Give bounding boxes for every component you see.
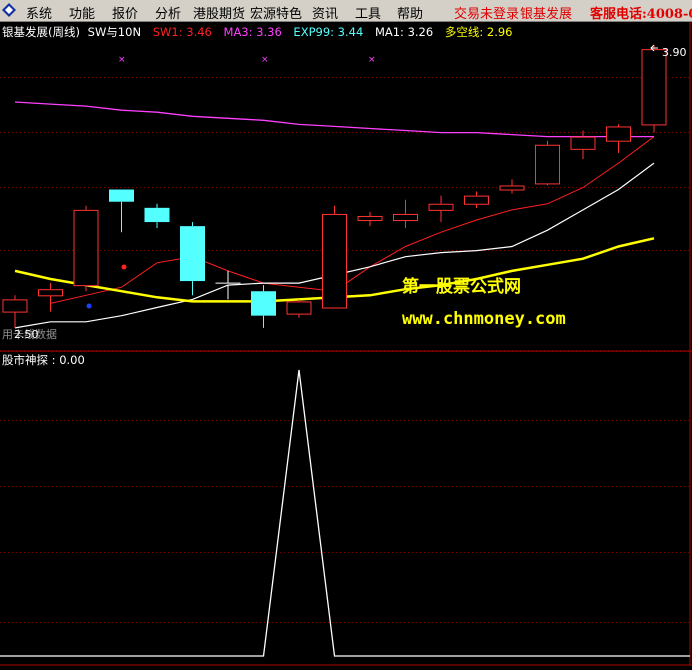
watermark-title: 第一股票公式网 xyxy=(402,276,521,297)
sw1-value: 3.46 xyxy=(186,25,212,39)
candle-body xyxy=(2,299,28,313)
watermark-url: www.chnmoney.com xyxy=(402,309,566,329)
app-logo-icon[interactable] xyxy=(2,3,16,17)
candle-body xyxy=(73,209,99,287)
sub-panel-title: 股市神探 xyxy=(2,353,48,367)
duokong-label: 多空线: xyxy=(445,25,487,39)
candle-body xyxy=(499,185,525,191)
candle xyxy=(322,205,347,309)
ma1-label: MA1: xyxy=(375,25,408,39)
chart-area[interactable]: × × × 银基发展(周线) SW与10N SW1: 3.46 MA3: 3.3… xyxy=(0,22,692,666)
broker-name: 银基发展 xyxy=(520,7,573,22)
high-price-label: 3.90 xyxy=(662,46,687,59)
exp99-value: 3.44 xyxy=(338,25,364,39)
ma1-value: 3.26 xyxy=(408,25,434,39)
stock-title: 银基发展(周线) xyxy=(2,25,80,39)
candle-body xyxy=(144,207,170,223)
candle-body xyxy=(322,213,347,309)
candle-body xyxy=(428,203,454,211)
ma3-label: MA3: xyxy=(224,25,257,39)
menu-quote[interactable]: 报价 xyxy=(112,3,138,22)
ma3-value: 3.36 xyxy=(256,25,282,39)
sub-panel-colon: : xyxy=(48,353,59,367)
candle-body xyxy=(286,301,312,315)
chart-background xyxy=(0,22,692,666)
formula-name: SW与10N xyxy=(88,25,141,39)
blue-dot-marker xyxy=(86,303,92,309)
menu-system[interactable]: 系统 xyxy=(26,3,52,22)
red-dot-marker xyxy=(121,264,127,270)
candle-body xyxy=(357,215,383,222)
candle-body xyxy=(38,289,63,297)
sw1-label: SW1: xyxy=(153,25,187,39)
menu-info[interactable]: 资讯 xyxy=(312,3,338,22)
x-marker: × xyxy=(368,55,376,65)
candle xyxy=(73,205,99,292)
low-price-label: 2.50 xyxy=(14,328,39,341)
chart-canvas[interactable]: × × × 银基发展(周线) SW与10N SW1: 3.46 MA3: 3.3… xyxy=(0,22,692,666)
main-panel-header: 银基发展(周线) SW与10N SW1: 3.46 MA3: 3.36 EXP9… xyxy=(2,25,512,39)
sub-panel-header: 股市神探 : 0.00 xyxy=(2,353,85,367)
candle xyxy=(535,140,560,186)
x-marker: × xyxy=(118,55,126,65)
candle-body xyxy=(109,189,134,202)
candle-body xyxy=(464,195,489,205)
menu-hk-futures[interactable]: 港股期货 xyxy=(193,3,245,22)
x-marker: × xyxy=(261,55,269,65)
duokong-value: 2.96 xyxy=(487,25,513,39)
candle-body xyxy=(393,213,418,222)
candle-body xyxy=(606,126,631,142)
candle-body xyxy=(570,136,596,150)
exp99-label: EXP99: xyxy=(293,25,337,39)
menu-function[interactable]: 功能 xyxy=(69,3,95,22)
menu-hongyuan[interactable]: 宏源特色 xyxy=(250,3,302,22)
menu-tools[interactable]: 工具 xyxy=(355,3,381,22)
sub-panel-value: 0.00 xyxy=(59,353,85,367)
candle-body xyxy=(251,291,276,316)
menu-help[interactable]: 帮助 xyxy=(397,3,423,22)
hotline-text: 客服电话:4008-0 xyxy=(590,7,692,22)
trade-status[interactable]: 交易未登录 xyxy=(454,3,519,22)
candle-body xyxy=(641,49,667,126)
candle-body xyxy=(535,144,560,185)
candle-body xyxy=(180,226,205,282)
menu-bar: 系统 功能 报价 分析 港股期货 宏源特色 资讯 工具 帮助 交易未登录 银基发… xyxy=(0,0,692,22)
menu-analysis[interactable]: 分析 xyxy=(155,3,181,22)
